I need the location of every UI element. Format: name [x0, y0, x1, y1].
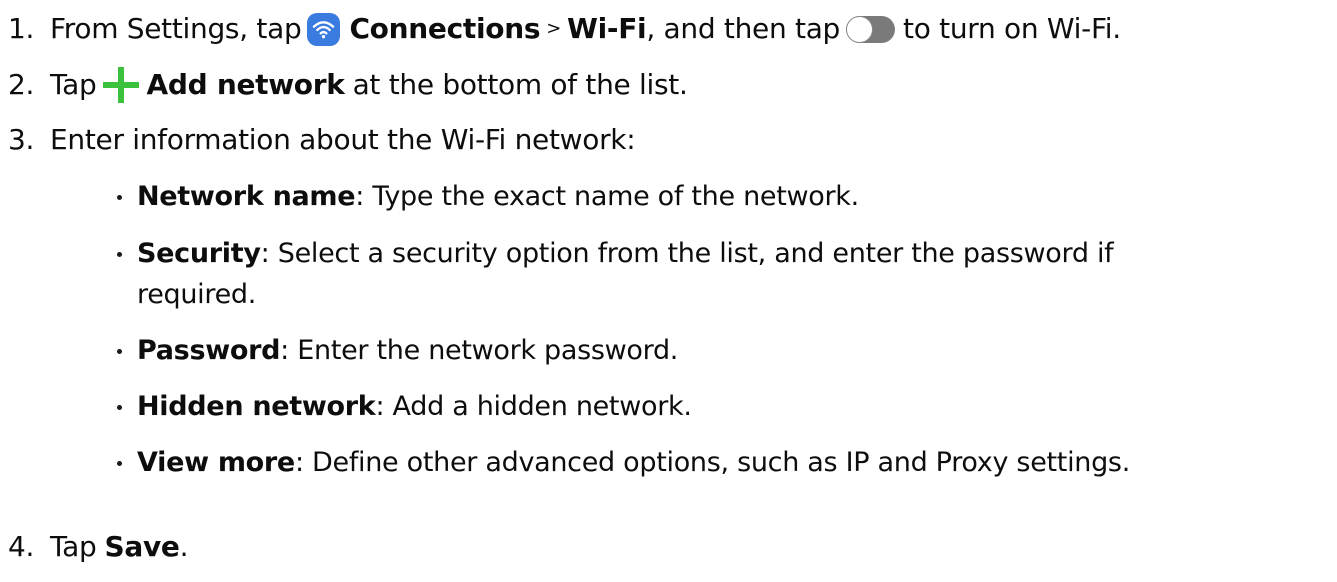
bullet-term: Network name [137, 181, 356, 212]
bullet-desc: : Type the exact name of the network. [355, 181, 859, 212]
plus-icon [102, 67, 139, 103]
bullet-desc: : Select a security option from the list… [260, 238, 1114, 269]
bullet-term: Security [137, 238, 261, 269]
bullet-dot [117, 461, 122, 466]
step-number: 3. [8, 123, 35, 156]
bullet-dot [117, 252, 122, 257]
add-network-label: Add network [146, 68, 345, 101]
bullet-security-continued: required. [137, 277, 256, 313]
step-number: 2. [8, 68, 35, 101]
chevron-separator: > [546, 18, 561, 39]
bullet-view-more: View more: Define other advanced options… [137, 445, 1130, 481]
bullet-dot [117, 195, 122, 200]
step-text: , and then tap [646, 12, 841, 45]
step-number: 1. [8, 12, 35, 45]
save-label: Save [104, 530, 180, 563]
bullet-dot [117, 349, 122, 354]
wifi-icon [307, 12, 341, 46]
step-text: at the bottom of the list. [352, 68, 688, 101]
bullet-term: View more [137, 447, 295, 478]
step-2: 2. Tap Add network at the bottom of the … [0, 67, 688, 103]
bullet-security: Security: Select a security option from … [137, 236, 1114, 272]
step-text: Enter information about the Wi-Fi networ… [50, 123, 636, 156]
toggle-icon [846, 15, 896, 43]
bullet-term: Hidden network [137, 391, 376, 422]
bullet-desc: : Add a hidden network. [375, 391, 692, 422]
bullet-desc: : Enter the network password. [280, 335, 679, 366]
step-text: . [179, 530, 189, 563]
bullet-desc: required. [137, 279, 257, 310]
step-text: Tap [50, 68, 97, 101]
toggle-knob [846, 15, 874, 43]
step-1: 1. From Settings, tap Connections > Wi-F… [0, 11, 1121, 47]
bullet-term: Password [137, 335, 281, 366]
bullet-desc: : Define other advanced options, such as… [294, 447, 1130, 478]
step-number: 4. [8, 530, 35, 563]
bullet-hidden-network: Hidden network: Add a hidden network. [137, 389, 692, 425]
step-text: From Settings, tap [50, 12, 302, 45]
bullet-network-name: Network name: Type the exact name of the… [137, 179, 859, 215]
connections-label: Connections [349, 12, 541, 45]
step-text: Tap [50, 530, 97, 563]
step-text: to turn on Wi-Fi. [903, 12, 1121, 45]
step-3: 3. Enter information about the Wi-Fi net… [0, 122, 636, 158]
instructions-document: 1. From Settings, tap Connections > Wi-F… [0, 0, 1337, 582]
step-4: 4. Tap Save . [0, 529, 189, 565]
bullet-password: Password: Enter the network password. [137, 333, 678, 369]
wifi-label: Wi-Fi [567, 12, 647, 45]
bullet-dot [117, 405, 122, 410]
